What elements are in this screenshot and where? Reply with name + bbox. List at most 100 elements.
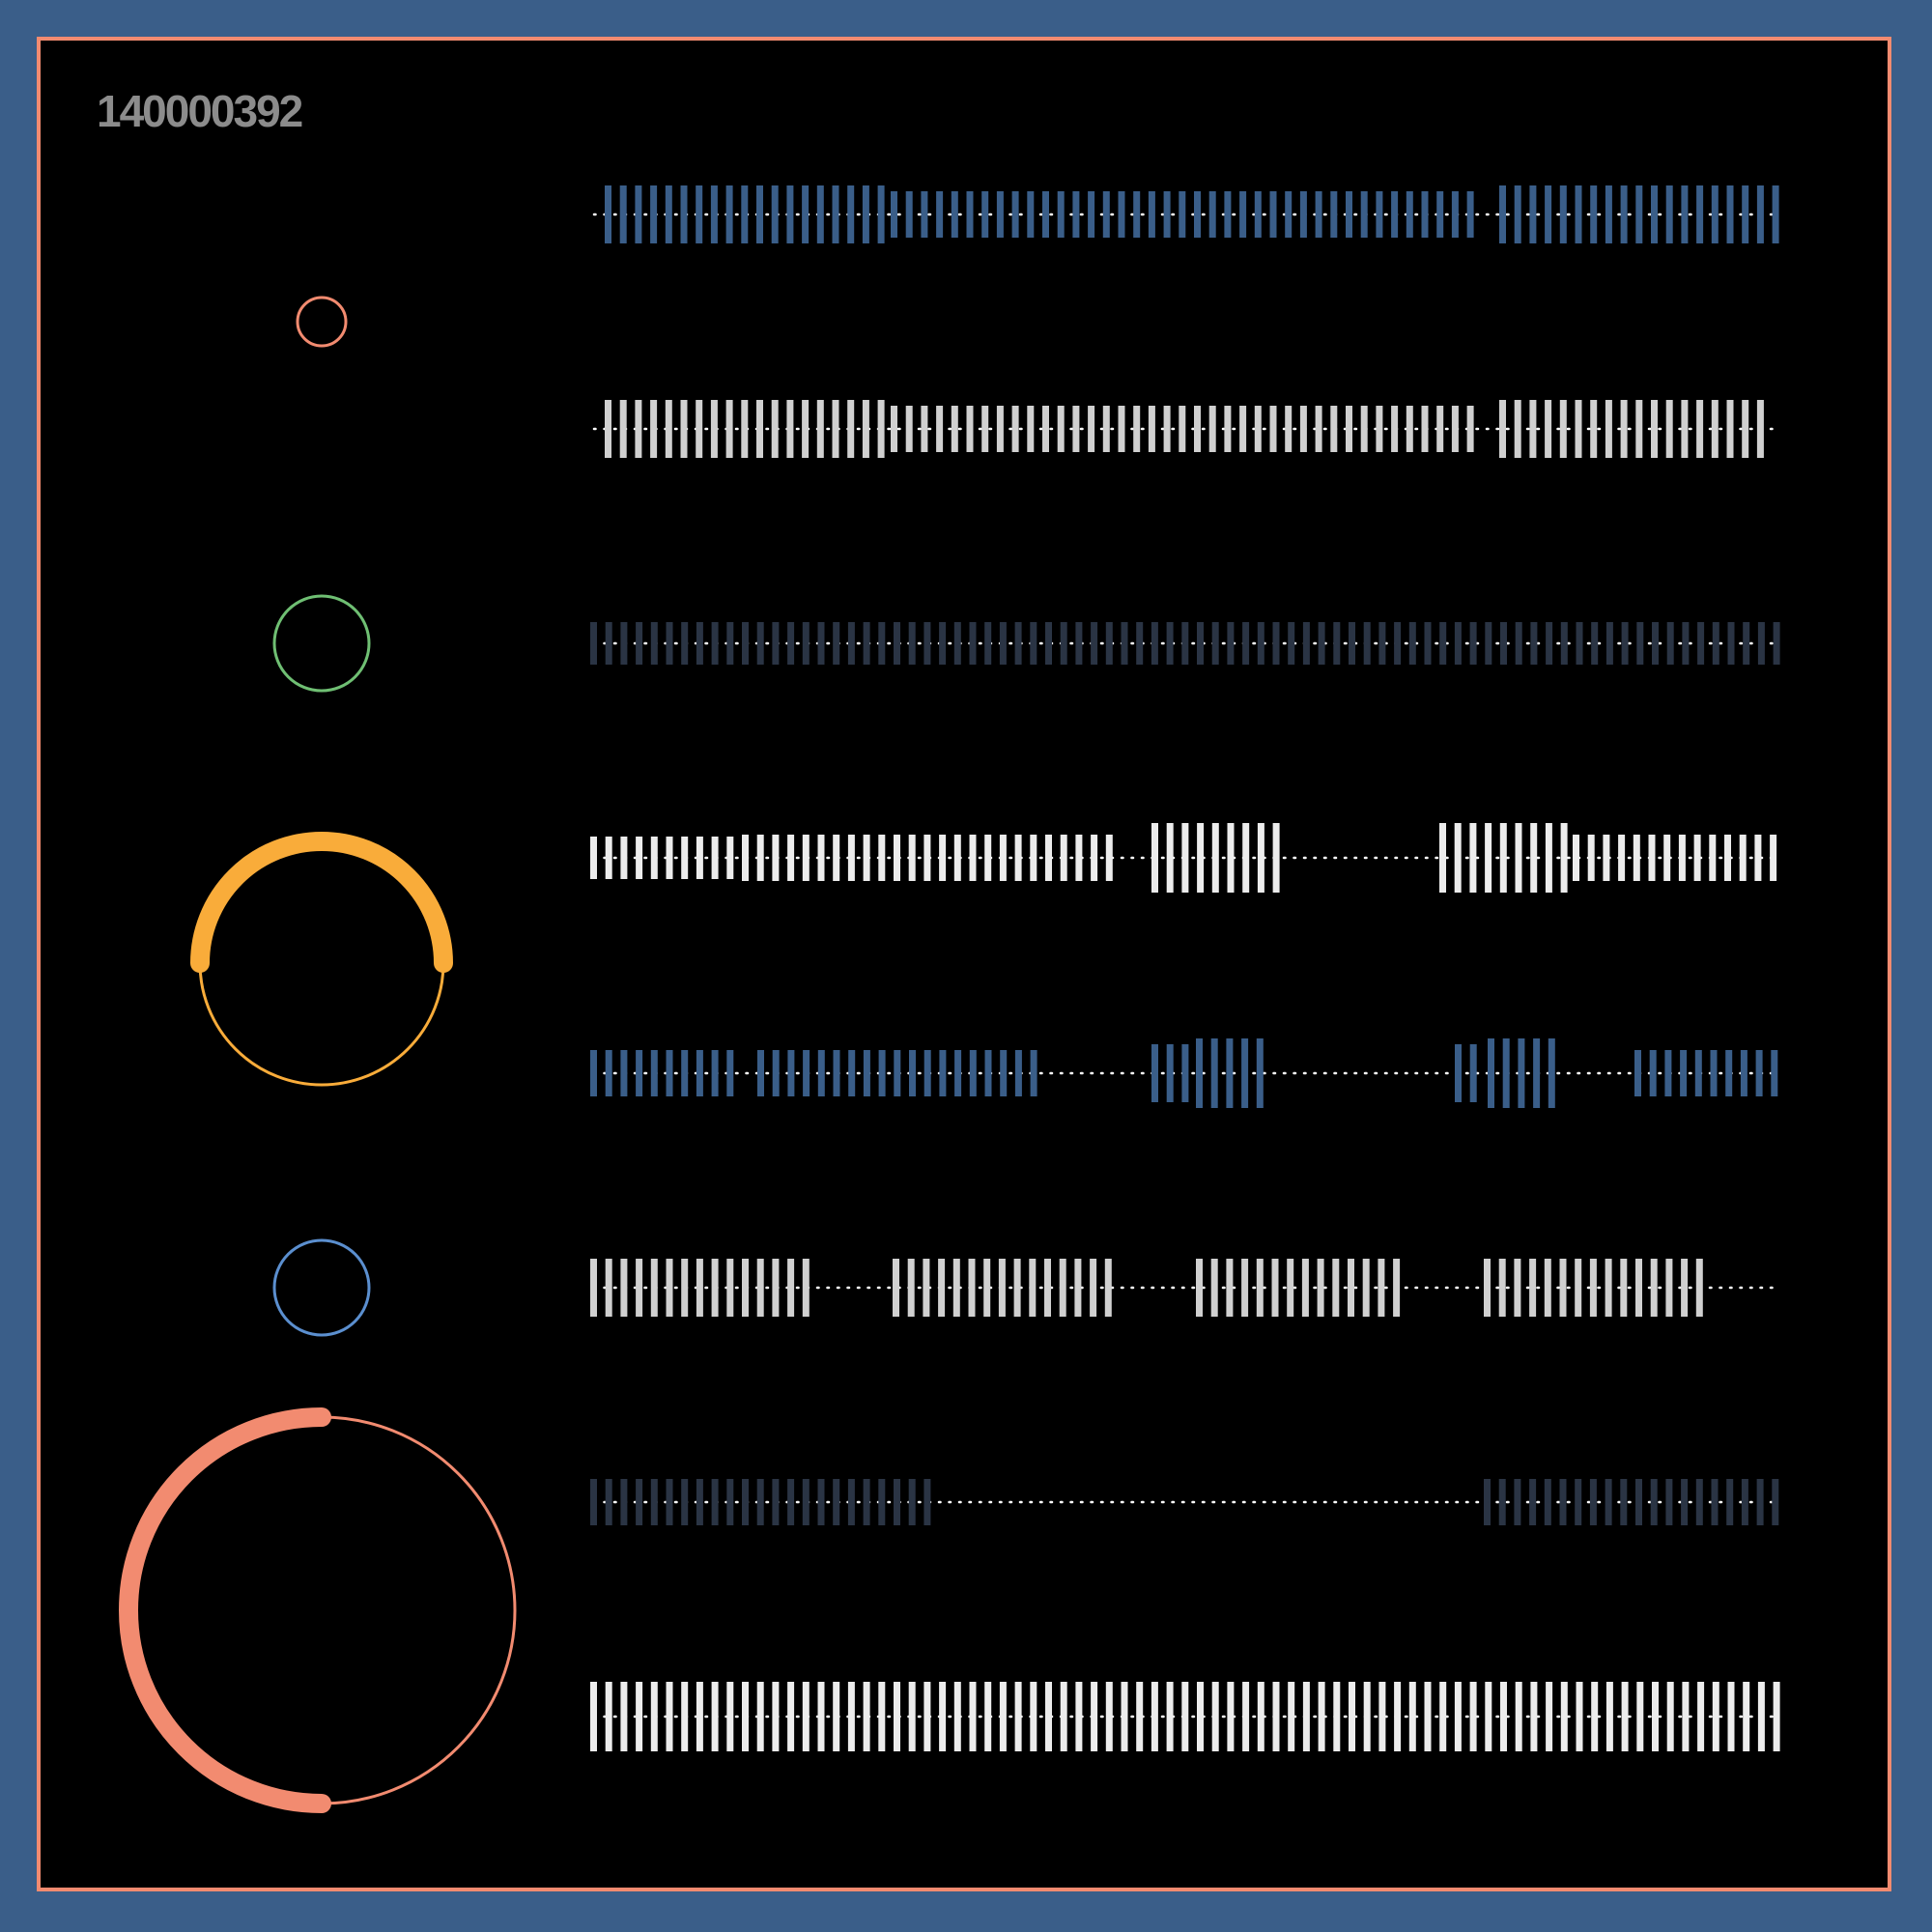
- track-4-bar: [984, 835, 992, 881]
- track-4-bar: [1211, 823, 1219, 893]
- track-3-bar: [1349, 622, 1355, 665]
- track-8-bar: [1318, 1682, 1325, 1751]
- track-1-bar: [1360, 191, 1368, 238]
- track-5-bar: [1710, 1050, 1718, 1096]
- track-1-bar: [1590, 185, 1598, 243]
- track-3-bar: [802, 622, 810, 665]
- track-1-bar: [1406, 191, 1413, 238]
- track-1-bar: [1102, 191, 1110, 238]
- track-3-bar: [1105, 622, 1113, 665]
- blue-circle: [272, 1238, 371, 1337]
- track-6-bar: [923, 1259, 930, 1317]
- track-3-bar: [666, 622, 673, 665]
- track-2-bar: [1088, 406, 1095, 452]
- track-8-bar: [756, 1682, 764, 1751]
- track-7-bar: [742, 1479, 749, 1525]
- track-3-bar: [1197, 622, 1204, 665]
- track-3-bar: [863, 622, 870, 665]
- track-7-bar: [1756, 1479, 1764, 1525]
- track-2-bar: [847, 400, 855, 458]
- track-3-bar: [1060, 622, 1067, 665]
- track-4-bar: [833, 835, 840, 881]
- track-7-bar: [908, 1479, 916, 1525]
- track-2-bar: [862, 400, 869, 458]
- track-2-bar: [1406, 406, 1413, 452]
- track-6-bar: [1484, 1259, 1491, 1317]
- track-2-bar: [802, 400, 810, 458]
- track-8-bar: [1424, 1682, 1432, 1751]
- track-3-bar: [1439, 622, 1447, 665]
- track-3-bar: [590, 622, 597, 665]
- track-2-bar: [996, 406, 1004, 452]
- track-4-bar: [1573, 835, 1579, 881]
- track-1-bar: [1133, 191, 1141, 238]
- track-8-bar: [1666, 1682, 1674, 1751]
- track-6-bar: [1575, 1259, 1582, 1317]
- artwork: [119, 185, 1780, 1813]
- track-8-bar: [1530, 1682, 1538, 1751]
- track-6-bar: [998, 1259, 1006, 1317]
- track-1-bar: [1756, 185, 1764, 243]
- track-7-bar: [636, 1479, 643, 1525]
- track-2-bar: [1665, 400, 1673, 458]
- track-1-bar: [1346, 191, 1352, 238]
- track-3-bar: [1166, 622, 1174, 665]
- track-6-bar: [1393, 1259, 1401, 1317]
- track-8-bar: [1166, 1682, 1174, 1751]
- track-3-bar: [1712, 622, 1719, 665]
- track-4-bar: [1454, 823, 1462, 893]
- track-6-bar: [1559, 1259, 1567, 1317]
- track-6-bar: [1317, 1259, 1324, 1317]
- track-3-bar: [1621, 622, 1629, 665]
- track-6-bar: [938, 1259, 946, 1317]
- track-8-bar: [1485, 1682, 1492, 1751]
- track-4-bar: [620, 837, 628, 879]
- track-7-bar: [650, 1479, 658, 1525]
- track-3-bar: [1091, 622, 1098, 665]
- track-5-bar: [605, 1050, 612, 1096]
- track-7-bar: [847, 1479, 855, 1525]
- track-2-bar: [710, 400, 718, 458]
- track-1-bar: [771, 185, 779, 243]
- track-7-bar: [923, 1479, 931, 1525]
- track-5-bar: [681, 1050, 689, 1096]
- track-2-bar: [1072, 406, 1080, 452]
- track-1-bar: [1148, 191, 1155, 238]
- track-6-bar: [1210, 1259, 1218, 1317]
- track-4-bar: [863, 835, 870, 881]
- track-2-bar: [1179, 406, 1186, 452]
- track-2-bar: [1635, 400, 1643, 458]
- track-8-bar: [1045, 1682, 1052, 1751]
- track-4-bar: [802, 835, 810, 881]
- track-6-bar: [742, 1259, 749, 1317]
- track-1-bar: [832, 185, 839, 243]
- track-6-bar: [1226, 1259, 1234, 1317]
- track-3-bar: [1454, 622, 1462, 665]
- track-3-bar: [1121, 622, 1128, 665]
- track-8-bar: [863, 1682, 870, 1751]
- track-7-bar: [1695, 1479, 1703, 1525]
- track-1-bar: [1376, 191, 1383, 238]
- track-8-bar: [1560, 1682, 1568, 1751]
- track-1-bar: [1027, 191, 1035, 238]
- track-1-bar: [966, 191, 974, 238]
- track-5-bar: [1030, 1050, 1037, 1096]
- track-5-bar: [636, 1050, 643, 1096]
- track-8-bar: [1712, 1682, 1719, 1751]
- track-4-bar: [1166, 823, 1174, 893]
- track-2-bar: [1451, 406, 1459, 452]
- track-8-bar: [1075, 1682, 1083, 1751]
- track-1-bar: [847, 185, 855, 243]
- track-2-bar: [936, 406, 944, 452]
- track-8-bar: [984, 1682, 992, 1751]
- track-2-bar: [1330, 406, 1338, 452]
- track-4-bar: [1075, 835, 1083, 881]
- track-1-bar: [635, 185, 642, 243]
- track-8-bar: [1394, 1682, 1402, 1751]
- track-8-bar: [742, 1682, 749, 1751]
- track-4-bar: [1242, 823, 1250, 893]
- track-4-bar: [1105, 835, 1113, 881]
- track-1-bar: [1254, 191, 1262, 238]
- track-3-bar: [681, 622, 689, 665]
- track-4-bar: [787, 835, 795, 881]
